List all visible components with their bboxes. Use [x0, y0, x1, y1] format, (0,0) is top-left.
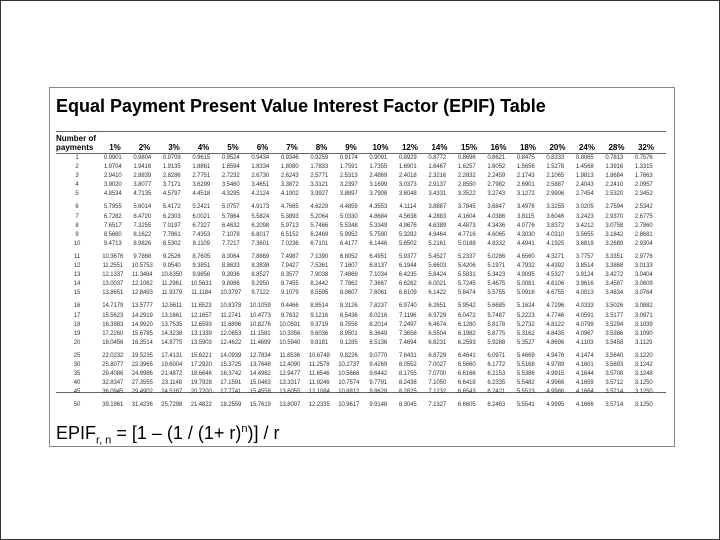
col-header: 6% — [248, 143, 278, 152]
table-body: 10.99010.98040.97090.96150.95240.94340.9… — [56, 154, 666, 410]
col-header: 20% — [543, 143, 573, 152]
col-header: 7% — [277, 143, 307, 152]
table-row: 109.47138.98268.53028.11097.72177.36017.… — [56, 240, 666, 249]
col-header: 4% — [189, 143, 219, 152]
table-row: 1816.398314.992013.753512.659311.689610.… — [56, 321, 666, 330]
col-header: 3% — [159, 143, 189, 152]
table-row: 3529.408624.998621.487218.664616.374214.… — [56, 370, 666, 379]
slide: Equal Payment Present Value Interest Fac… — [0, 0, 720, 540]
table-row: 10.99010.98040.97090.96150.95240.94340.9… — [56, 154, 666, 163]
table-row: 98.56608.16227.78617.43537.10786.80176.5… — [56, 231, 666, 240]
col-header: 18% — [513, 143, 543, 152]
col-header: 16% — [484, 143, 514, 152]
table-row: 1110.36769.78689.25268.76058.30647.88697… — [56, 253, 666, 262]
table-row: 1513.865112.849311.937911.118410.37979.7… — [56, 289, 666, 298]
col-header: 28% — [602, 143, 632, 152]
table-row: 32.94102.88392.82862.77512.72322.67302.6… — [56, 172, 666, 181]
table-row: 54.85344.71354.57974.45184.32954.21244.1… — [56, 190, 666, 199]
col-header: 12% — [395, 143, 425, 152]
table-row: 65.79555.60145.41725.24215.07574.91734.7… — [56, 203, 666, 212]
table-row: 76.72826.47206.23036.00215.78645.58245.3… — [56, 213, 666, 222]
table-row: 1715.562314.291913.166112.165711.274110.… — [56, 312, 666, 321]
table-row: 3025.807722.396519.600417.292015.372513.… — [56, 361, 666, 370]
table-row: 5039.196131.423625.729821.482218.255915.… — [56, 401, 666, 410]
col-header: 10% — [366, 143, 396, 152]
col-header: 14% — [425, 143, 455, 152]
table-row: 1211.255110.57539.95409.38518.86338.3838… — [56, 262, 666, 271]
col-header: 2% — [130, 143, 160, 152]
table-row: 1614.717913.577712.561111.652310.837810.… — [56, 302, 666, 311]
page-title: Equal Payment Present Value Interest Fac… — [56, 96, 546, 117]
table-row: 87.65177.32557.01976.73276.46326.20985.9… — [56, 222, 666, 231]
table-row: 4536.094529.490224.518720.720017.774115.… — [56, 388, 666, 397]
table-row: 43.90203.80773.71713.62993.54603.46513.3… — [56, 181, 666, 190]
table-row: 1413.003712.106211.296110.56319.89869.29… — [56, 280, 666, 289]
col-header: 1% — [100, 143, 130, 152]
table-row: 2522.023219.523517.413115.622114.093912.… — [56, 352, 666, 361]
epif-table: Number ofpayments 1%2%3%4%5%6%7%8%9%10%1… — [56, 131, 666, 393]
table-header-row: Number ofpayments 1%2%3%4%5%6%7%8%9%10%1… — [56, 132, 666, 153]
table-row: 1917.226015.678514.323813.133912.085311.… — [56, 330, 666, 339]
col-header: 15% — [454, 143, 484, 152]
table-row: 4032.834727.355523.114819.792817.159115.… — [56, 379, 666, 388]
table-row: 21.97041.94161.91351.88611.85941.83341.8… — [56, 163, 666, 172]
col-header: 8% — [307, 143, 337, 152]
col-header: 9% — [336, 143, 366, 152]
epif-formula: EPIFr, n = [1 – (1 / (1+ r)n)] / r — [56, 423, 280, 447]
col-header: 32% — [631, 143, 661, 152]
col-header: 5% — [218, 143, 248, 152]
col-header: 24% — [572, 143, 602, 152]
table-row: 1312.133711.348410.63509.98569.39368.852… — [56, 271, 666, 280]
table-row: 2018.045616.351414.877513.590312.462211.… — [56, 339, 666, 348]
header-n-label: Number ofpayments — [56, 134, 98, 152]
